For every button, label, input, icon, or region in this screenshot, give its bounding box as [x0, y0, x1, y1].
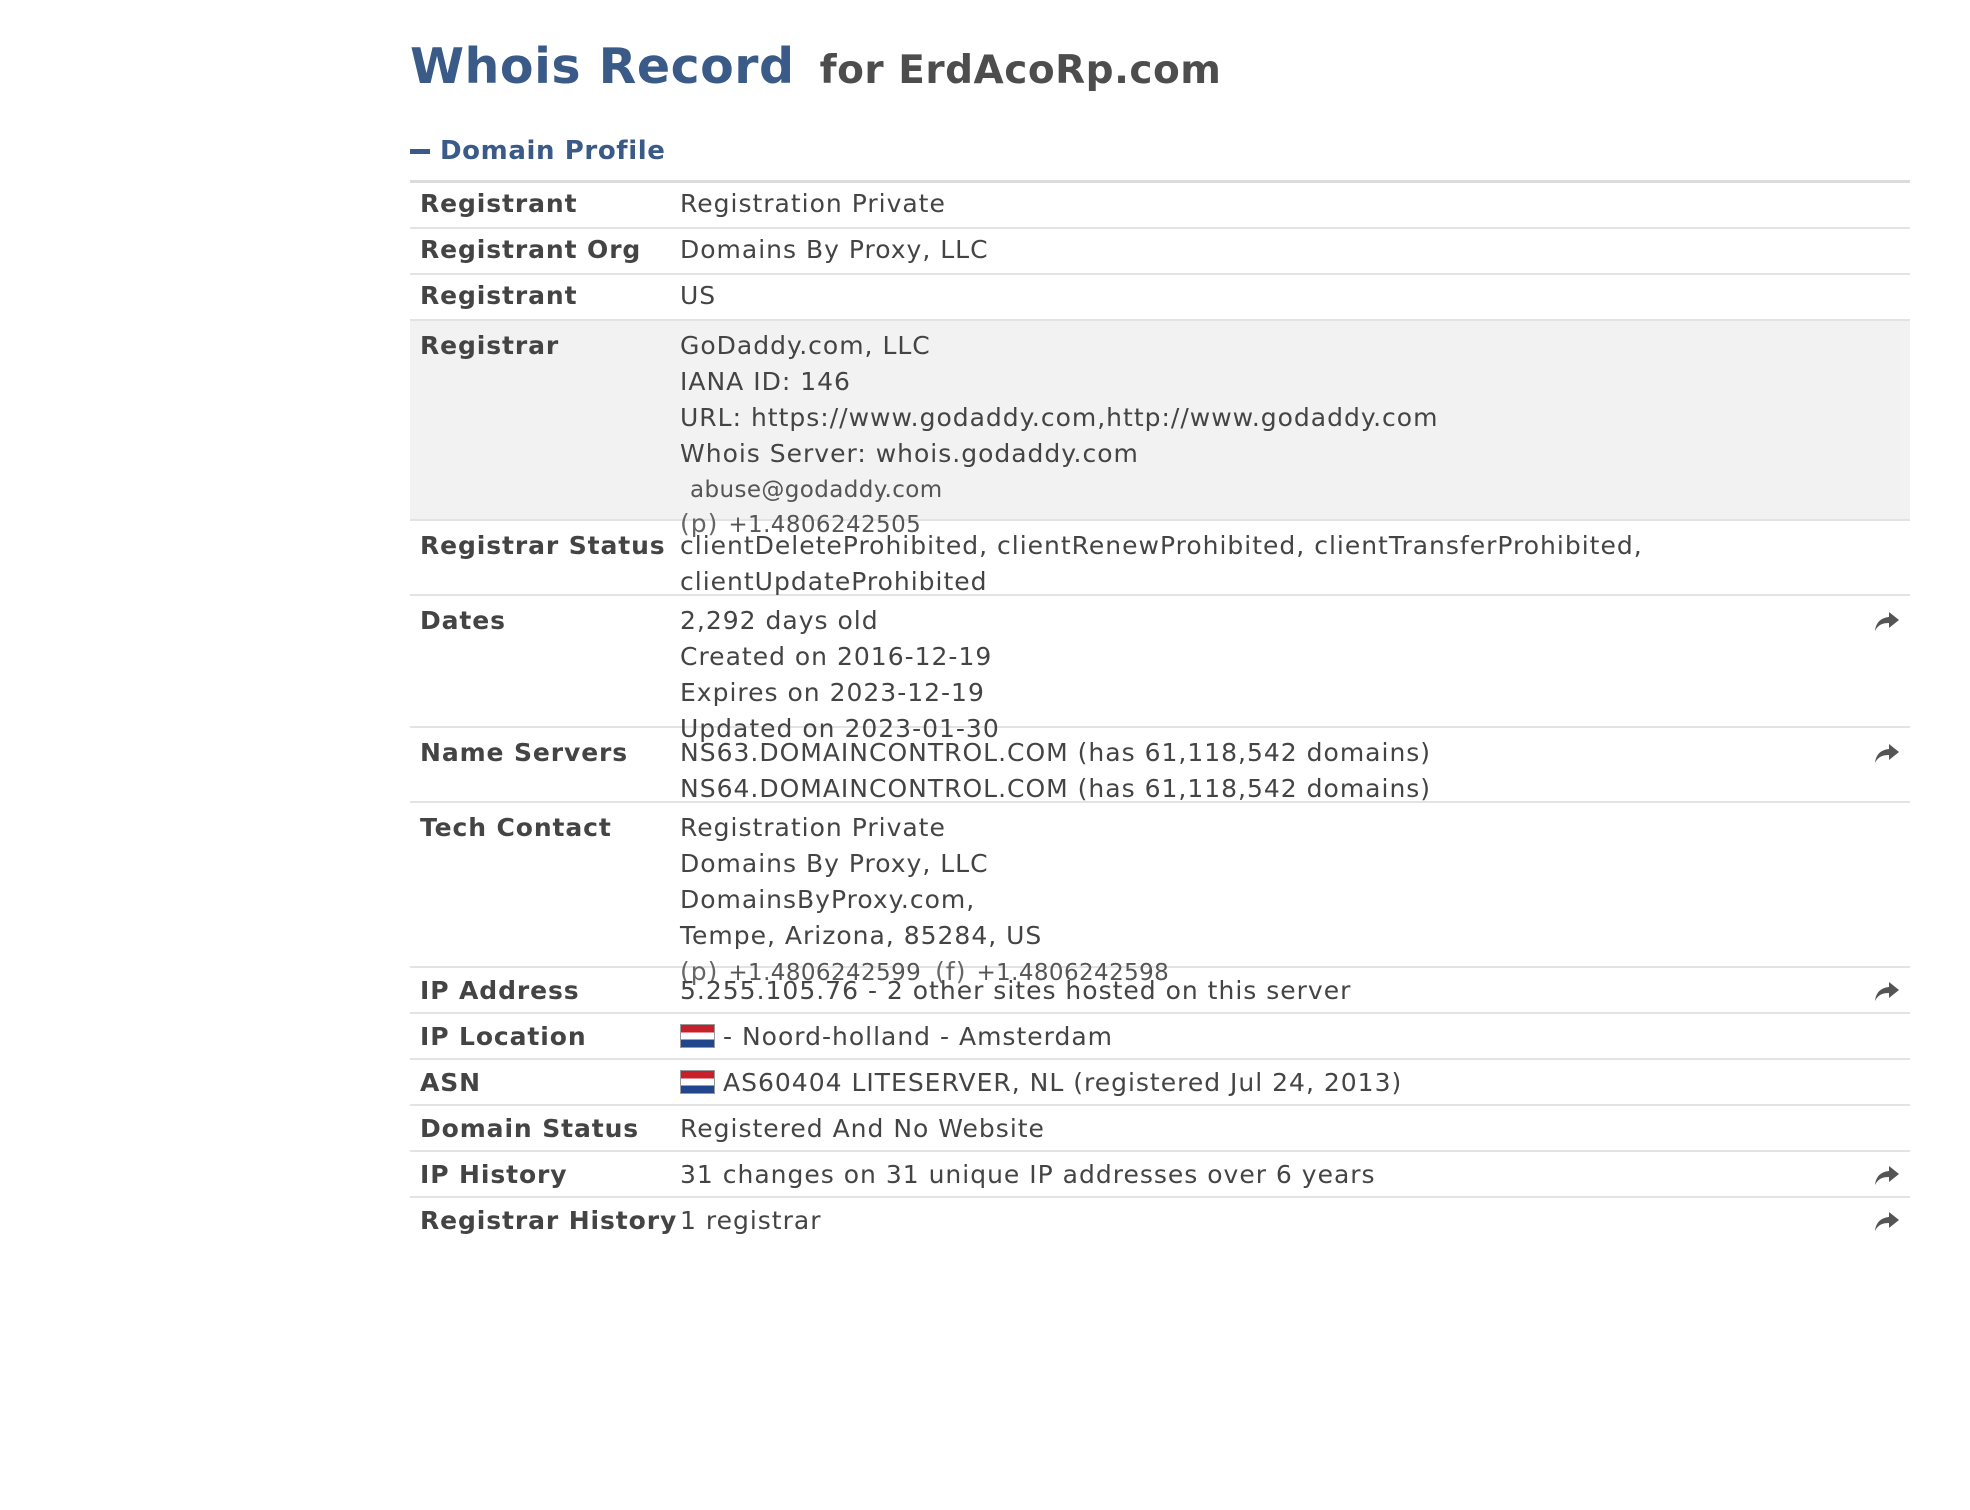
row-value: - Noord-holland - Amsterdam — [680, 1019, 1910, 1058]
row-ip-address: IP Address 5.255.105.76 - 2 other sites … — [410, 968, 1910, 1014]
row-label: Registrar History — [420, 1206, 678, 1235]
row-label: Registrant Org — [420, 235, 642, 264]
row-label: Registrant Country — [420, 281, 578, 346]
row-registrar-history: Registrar History 1 registrar — [410, 1198, 1910, 1244]
row-value: US — [680, 281, 717, 310]
row-label: Registrar Status — [420, 531, 666, 560]
row-asn: ASN AS60404 LITESERVER, NL (registered J… — [410, 1060, 1910, 1106]
row-ip-history: IP History 31 changes on 31 unique IP ad… — [410, 1152, 1910, 1198]
row-label: ASN — [420, 1068, 481, 1097]
share-arrow-icon[interactable] — [1874, 980, 1900, 1004]
netherlands-flag-icon — [680, 1070, 715, 1094]
row-value[interactable]: 5.255.105.76 - 2 other sites hosted on t… — [680, 973, 1910, 1012]
row-registrant-org: Registrant Org Domains By Proxy, LLC — [410, 229, 1910, 275]
row-label: Tech Contact — [420, 813, 612, 842]
section-label: Domain Profile — [440, 136, 666, 166]
share-arrow-icon[interactable] — [1874, 1210, 1900, 1234]
row-value: Registered And No Website — [680, 1114, 1045, 1143]
tech-org: Domains By Proxy, LLC — [680, 849, 989, 878]
row-value: Domains By Proxy, LLC — [680, 235, 989, 264]
registrar-name: GoDaddy.com, LLC — [680, 331, 931, 360]
row-registrar: Registrar GoDaddy.com, LLC IANA ID: 146 … — [410, 321, 1910, 538]
share-arrow-icon[interactable] — [1874, 742, 1900, 766]
row-label: Domain Status — [420, 1114, 640, 1143]
created-date: Created on 2016-12-19 — [680, 642, 993, 671]
row-registrant: Registrant Registration Private — [410, 183, 1910, 229]
title-domain: for ErdAcoRp.com — [819, 48, 1222, 93]
row-value[interactable]: 1 registrar — [680, 1203, 1910, 1244]
row-dates: Dates 2,292 days old Created on 2016-12-… — [410, 596, 1910, 743]
status-line-2: clientUpdateProhibited — [680, 567, 988, 596]
asn-text: AS60404 LITESERVER, NL (registered Jul 2… — [723, 1068, 1403, 1097]
row-domain-status: Domain Status Registered And No Website — [410, 1106, 1910, 1152]
tech-site: DomainsByProxy.com, — [680, 885, 976, 914]
registrar-email: abuse@godaddy.com — [690, 477, 943, 503]
row-label: Name Servers — [420, 738, 629, 767]
row-label: IP History — [420, 1160, 568, 1189]
row-registrant-country: Registrant Country US — [410, 275, 1910, 346]
share-arrow-icon[interactable] — [1874, 610, 1900, 634]
row-label: Registrant — [420, 189, 578, 218]
status-line-1: clientDeleteProhibited, clientRenewProhi… — [680, 531, 1643, 560]
tech-name: Registration Private — [680, 813, 946, 842]
title-main: Whois Record — [410, 38, 795, 95]
registrar-iana: IANA ID: 146 — [680, 367, 851, 396]
tech-address: Tempe, Arizona, 85284, US — [680, 921, 1043, 950]
row-value: Registration Private — [680, 189, 946, 218]
ip-location-text: - Noord-holland - Amsterdam — [723, 1022, 1114, 1051]
name-server-1[interactable]: NS63.DOMAINCONTROL.COM (has 61,118,542 d… — [680, 735, 1910, 771]
domain-profile-toggle[interactable]: Domain Profile — [410, 136, 665, 166]
netherlands-flag-icon — [680, 1024, 715, 1048]
row-value: NS63.DOMAINCONTROL.COM (has 61,118,542 d… — [680, 735, 1910, 803]
registrar-url: URL: https://www.godaddy.com,http://www.… — [680, 403, 1439, 432]
row-label: Dates — [420, 606, 506, 635]
row-value[interactable]: 31 changes on 31 unique IP addresses ove… — [680, 1157, 1910, 1196]
row-value: AS60404 LITESERVER, NL (registered Jul 2… — [680, 1065, 1910, 1104]
row-value: Registration Private Domains By Proxy, L… — [680, 810, 1910, 986]
registrar-whois-server: Whois Server: whois.godaddy.com — [680, 439, 1139, 468]
row-value: GoDaddy.com, LLC IANA ID: 146 URL: https… — [680, 328, 1910, 538]
row-label: IP Address — [420, 976, 580, 1005]
row-tech-contact: Tech Contact Registration Private Domain… — [410, 803, 1910, 986]
minus-icon — [410, 148, 430, 154]
row-value: clientDeleteProhibited, clientRenewProhi… — [680, 528, 1910, 596]
expires-date: Expires on 2023-12-19 — [680, 678, 985, 707]
domain-profile-table: Registrant Registration Private Registra… — [410, 180, 1910, 1244]
row-label: IP Location — [420, 1022, 587, 1051]
row-label: Registrar — [420, 331, 560, 360]
row-ip-location: IP Location - Noord-holland - Amsterdam — [410, 1014, 1910, 1060]
share-arrow-icon[interactable] — [1874, 1164, 1900, 1188]
row-registrar-status: Registrar Status clientDeleteProhibited,… — [410, 521, 1910, 596]
row-name-servers: Name Servers NS63.DOMAINCONTROL.COM (has… — [410, 728, 1910, 803]
domain-age: 2,292 days old — [680, 606, 879, 635]
name-server-2[interactable]: NS64.DOMAINCONTROL.COM (has 61,118,542 d… — [680, 771, 1910, 807]
row-value: 2,292 days old Created on 2016-12-19 Exp… — [680, 603, 1910, 743]
page-title: Whois Record for ErdAcoRp.com — [410, 38, 1221, 95]
